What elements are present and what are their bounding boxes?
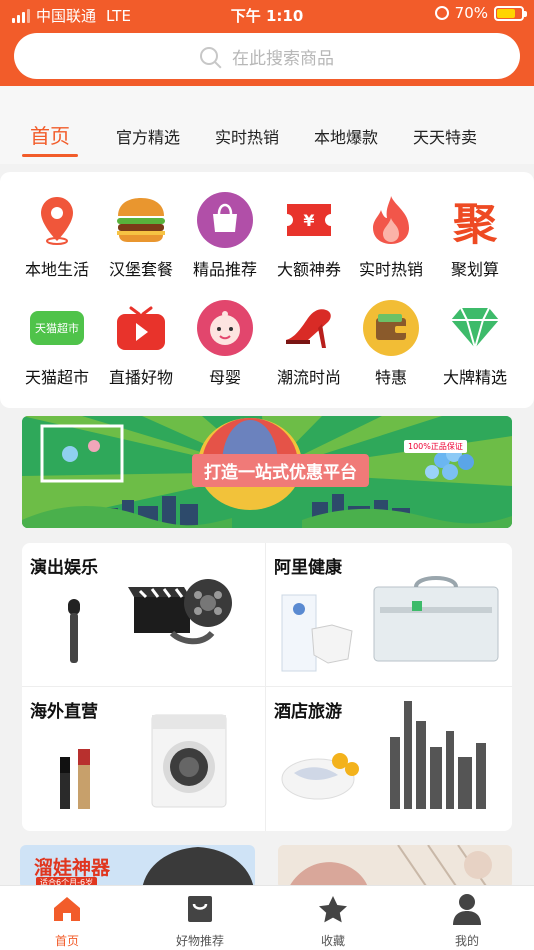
baby-icon <box>197 300 253 356</box>
battery-percent: 70% <box>454 4 488 22</box>
preview-card-stroller[interactable]: 溜娃神器 适合6个月-6岁 <box>20 845 255 889</box>
battery-icon <box>494 5 527 21</box>
category-label: 精品推荐 <box>192 260 257 279</box>
tab-local-hits[interactable]: 本地爆款 <box>314 124 378 148</box>
category-label: 本地生活 <box>24 260 89 279</box>
orientation-lock-icon <box>434 6 449 20</box>
tabbar-label: 收藏 <box>320 934 345 948</box>
category-label: 天猫超市 <box>24 368 89 387</box>
diamond-icon <box>447 300 503 356</box>
header-bar: 中国联通 LTE 下午 1:10 70% 在此搜索商品 <box>0 0 534 86</box>
preview-card-manga[interactable] <box>278 845 512 889</box>
category-label: 汉堡套餐 <box>108 260 173 279</box>
manga-image <box>278 845 512 889</box>
category-local-life[interactable]: 本地生活 <box>12 192 102 280</box>
feature-entertainment[interactable]: 演出娱乐 <box>22 543 265 685</box>
flame-icon <box>363 192 419 248</box>
feature-grid: 演出娱乐 阿里健康 海外直营 酒店旅游 <box>22 543 512 831</box>
lipstick-washer-image <box>60 714 227 809</box>
star-icon <box>283 894 383 924</box>
juhuasuan-icon: 聚 <box>447 192 503 250</box>
search-placeholder: 在此搜索商品 <box>232 48 334 69</box>
home-icon <box>17 894 117 924</box>
medical-kit-image <box>281 576 499 672</box>
banner-title: 打造一站式优惠平台 <box>192 454 369 487</box>
food-city-image <box>281 701 486 809</box>
category-live-shopping[interactable]: 直播好物 <box>96 300 186 388</box>
feature-overseas-direct[interactable]: 海外直营 <box>22 687 265 829</box>
tabbar-label: 好物推荐 <box>175 934 224 948</box>
category-label: 聚划算 <box>450 260 499 279</box>
juhuasuan-glyph: 聚 <box>453 199 497 250</box>
category-label: 大额神券 <box>276 260 341 279</box>
high-heel-icon <box>281 300 337 356</box>
search-input[interactable]: 在此搜索商品 <box>14 33 520 79</box>
category-hot-sales[interactable]: 实时热销 <box>346 192 436 280</box>
bottom-tab-bar: 首页 好物推荐 收藏 我的 <box>0 885 534 950</box>
category-label: 特惠 <box>374 368 407 387</box>
category-featured[interactable]: 精品推荐 <box>180 192 270 280</box>
tabbar-label: 我的 <box>454 934 479 948</box>
banner-badge: 100%正品保证 <box>404 440 467 453</box>
tmall-inner-label: 天猫超市 <box>30 311 84 345</box>
bag-icon <box>150 894 250 924</box>
svg-text:¥: ¥ <box>303 211 314 230</box>
category-label: 母婴 <box>208 368 241 387</box>
category-tmall-supermarket[interactable]: 天猫超市 天猫超市 <box>12 300 102 388</box>
tabbar-label: 首页 <box>54 934 79 948</box>
tab-home[interactable]: 首页 <box>30 120 70 149</box>
category-juhuasuan[interactable]: 聚 聚划算 <box>430 192 520 280</box>
coupon-icon: ¥ <box>281 192 337 248</box>
category-special-offers[interactable]: 特惠 <box>346 300 436 388</box>
tabbar-mine[interactable]: 我的 <box>417 894 517 949</box>
shopping-bag-icon <box>197 192 253 248</box>
user-icon <box>417 894 517 925</box>
category-big-coupons[interactable]: ¥ 大额神券 <box>264 192 354 280</box>
live-play-icon <box>113 300 169 356</box>
tabbar-home[interactable]: 首页 <box>17 894 117 949</box>
tab-official[interactable]: 官方精选 <box>116 124 180 148</box>
tabbar-recommend[interactable]: 好物推荐 <box>150 894 250 949</box>
category-burger-combo[interactable]: 汉堡套餐 <box>96 192 186 280</box>
feature-hotel-travel[interactable]: 酒店旅游 <box>266 687 509 829</box>
category-mother-baby[interactable]: 母婴 <box>180 300 270 388</box>
burger-icon <box>113 192 169 248</box>
tabbar-favorites[interactable]: 收藏 <box>283 894 383 949</box>
search-icon <box>200 47 218 65</box>
active-tab-indicator <box>22 154 78 157</box>
category-label: 大牌精选 <box>442 368 507 387</box>
status-bar: 中国联通 LTE 下午 1:10 70% <box>0 0 534 28</box>
category-fashion[interactable]: 潮流时尚 <box>264 300 354 388</box>
microphone-film-image <box>68 579 232 663</box>
tmall-supermarket-icon: 天猫超市 <box>29 300 85 356</box>
status-right: 70% <box>434 4 527 22</box>
category-label: 直播好物 <box>108 368 173 387</box>
category-label: 潮流时尚 <box>276 368 341 387</box>
tab-hot-sales[interactable]: 实时热销 <box>215 124 279 148</box>
stroller-image <box>142 847 254 889</box>
category-tabs: 首页 官方精选 实时热销 本地爆款 天天特卖 <box>0 86 534 164</box>
category-top-brands[interactable]: 大牌精选 <box>430 300 520 388</box>
location-pin-icon <box>29 192 85 248</box>
category-grid: 本地生活 汉堡套餐 精品推荐 ¥ 大额神券 实时热销 聚 聚划算 天猫超市 天猫… <box>0 172 534 408</box>
promo-banner[interactable]: 打造一站式优惠平台 100%正品保证 <box>22 416 512 528</box>
wallet-icon <box>363 300 419 356</box>
preview-title: 溜娃神器 <box>34 857 111 879</box>
tab-daily-deals[interactable]: 天天特卖 <box>413 124 477 148</box>
category-label: 实时热销 <box>358 260 423 279</box>
feature-ali-health[interactable]: 阿里健康 <box>266 543 509 685</box>
